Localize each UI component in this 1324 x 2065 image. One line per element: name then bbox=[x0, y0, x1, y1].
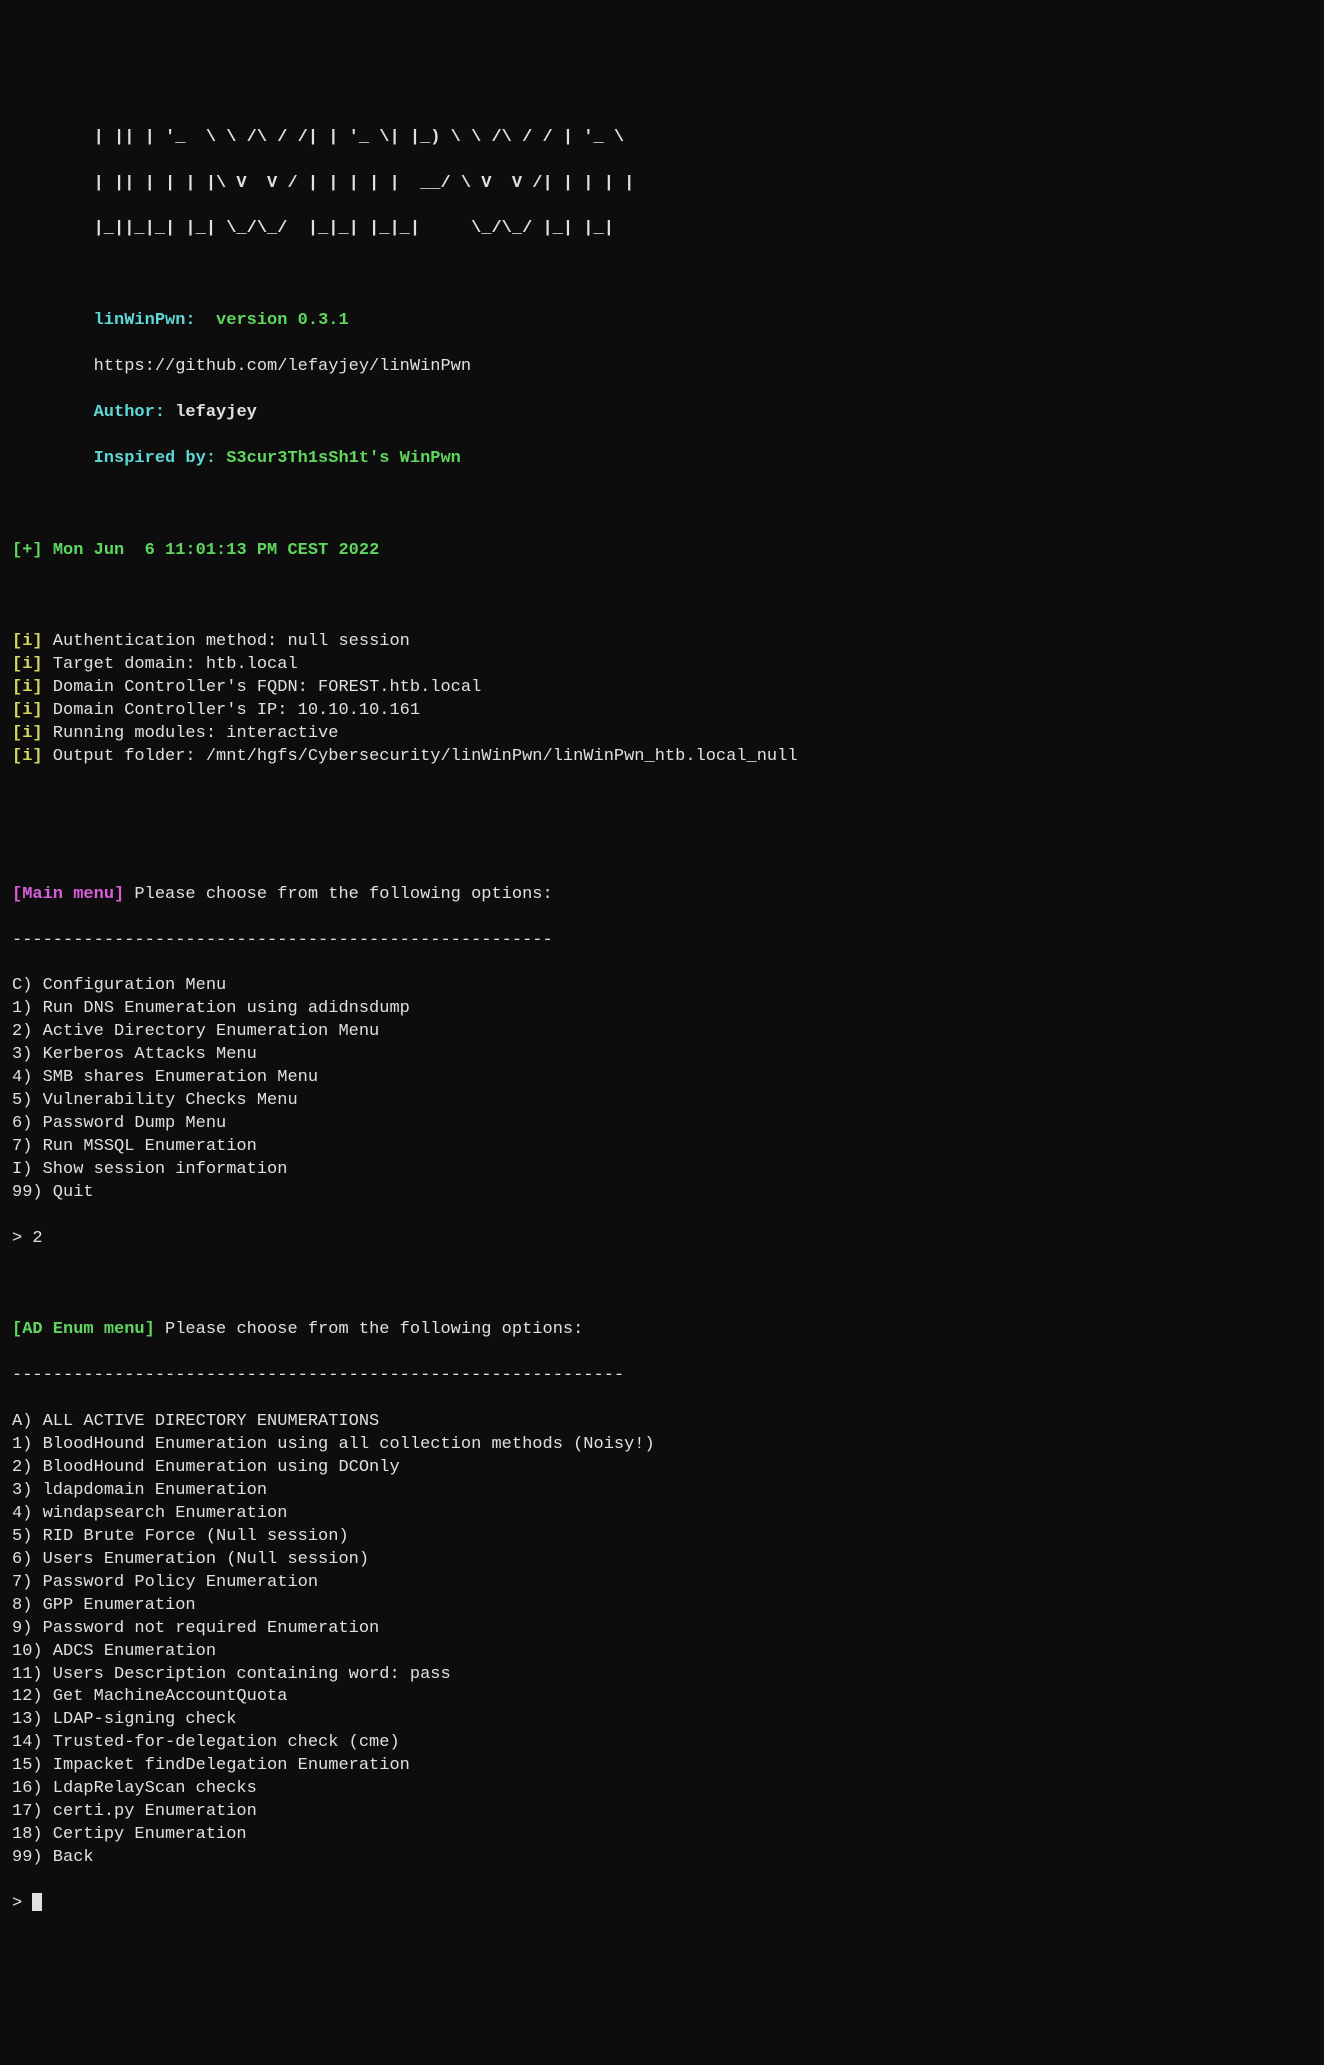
menu-item[interactable]: 15) Impacket findDelegation Enumeration bbox=[12, 1755, 1312, 1778]
menu-item[interactable]: 2) Active Directory Enumeration Menu bbox=[12, 1021, 1312, 1044]
info-line: [i] Output folder: /mnt/hgfs/Cybersecuri… bbox=[12, 746, 1312, 769]
banner-name: linWinPwn: version 0.3.1 bbox=[12, 310, 1312, 333]
separator: ----------------------------------------… bbox=[12, 930, 1312, 953]
menu-item[interactable]: 5) Vulnerability Checks Menu bbox=[12, 1090, 1312, 1113]
menu-item[interactable]: 99) Back bbox=[12, 1847, 1312, 1870]
timestamp-line: [+] Mon Jun 6 11:01:13 PM CEST 2022 bbox=[12, 540, 1312, 563]
menu-item[interactable]: I) Show session information bbox=[12, 1159, 1312, 1182]
separator: ----------------------------------------… bbox=[12, 1365, 1312, 1388]
menu-item[interactable]: 2) BloodHound Enumeration using DCOnly bbox=[12, 1457, 1312, 1480]
menu-item[interactable]: 4) SMB shares Enumeration Menu bbox=[12, 1067, 1312, 1090]
info-line: [i] Target domain: htb.local bbox=[12, 654, 1312, 677]
menu-item[interactable]: 14) Trusted-for-delegation check (cme) bbox=[12, 1732, 1312, 1755]
menu-item[interactable]: 99) Quit bbox=[12, 1182, 1312, 1205]
menu-item[interactable]: 7) Run MSSQL Enumeration bbox=[12, 1136, 1312, 1159]
info-line: [i] Domain Controller's IP: 10.10.10.161 bbox=[12, 700, 1312, 723]
banner-inspired: Inspired by: S3cur3Th1sSh1t's WinPwn bbox=[12, 448, 1312, 471]
menu-item[interactable]: 18) Certipy Enumeration bbox=[12, 1824, 1312, 1847]
info-line: [i] Domain Controller's FQDN: FOREST.htb… bbox=[12, 677, 1312, 700]
ad-menu-input[interactable]: > bbox=[12, 1893, 1312, 1916]
menu-item[interactable]: 1) Run DNS Enumeration using adidnsdump bbox=[12, 998, 1312, 1021]
menu-item[interactable]: C) Configuration Menu bbox=[12, 975, 1312, 998]
banner-author: Author: lefayjey bbox=[12, 402, 1312, 425]
menu-item[interactable]: 17) certi.py Enumeration bbox=[12, 1801, 1312, 1824]
menu-item[interactable]: 5) RID Brute Force (Null session) bbox=[12, 1526, 1312, 1549]
info-line: [i] Authentication method: null session bbox=[12, 631, 1312, 654]
menu-item[interactable]: A) ALL ACTIVE DIRECTORY ENUMERATIONS bbox=[12, 1411, 1312, 1434]
main-menu-items: C) Configuration Menu1) Run DNS Enumerat… bbox=[12, 975, 1312, 1204]
menu-item[interactable]: 8) GPP Enumeration bbox=[12, 1595, 1312, 1618]
info-block: [i] Authentication method: null session[… bbox=[12, 631, 1312, 769]
info-line: [i] Running modules: interactive bbox=[12, 723, 1312, 746]
banner-url: https://github.com/lefayjey/linWinPwn bbox=[12, 356, 1312, 379]
menu-item[interactable]: 3) ldapdomain Enumeration bbox=[12, 1480, 1312, 1503]
terminal-output: | || | '_ \ \ /\ / /| | '_ \| |_) \ \ /\… bbox=[12, 104, 1312, 1939]
menu-item[interactable]: 12) Get MachineAccountQuota bbox=[12, 1686, 1312, 1709]
menu-item[interactable]: 16) LdapRelayScan checks bbox=[12, 1778, 1312, 1801]
menu-item[interactable]: 6) Users Enumeration (Null session) bbox=[12, 1549, 1312, 1572]
ad-menu-header: [AD Enum menu] Please choose from the fo… bbox=[12, 1319, 1312, 1342]
menu-item[interactable]: 10) ADCS Enumeration bbox=[12, 1641, 1312, 1664]
menu-item[interactable]: 4) windapsearch Enumeration bbox=[12, 1503, 1312, 1526]
main-menu-input[interactable]: > 2 bbox=[12, 1228, 1312, 1251]
menu-item[interactable]: 7) Password Policy Enumeration bbox=[12, 1572, 1312, 1595]
menu-item[interactable]: 3) Kerberos Attacks Menu bbox=[12, 1044, 1312, 1067]
ascii-art-line: | || | '_ \ \ /\ / /| | '_ \| |_) \ \ /\… bbox=[12, 127, 1312, 150]
menu-item[interactable]: 13) LDAP-signing check bbox=[12, 1709, 1312, 1732]
main-menu-header: [Main menu] Please choose from the follo… bbox=[12, 884, 1312, 907]
menu-item[interactable]: 1) BloodHound Enumeration using all coll… bbox=[12, 1434, 1312, 1457]
menu-item[interactable]: 6) Password Dump Menu bbox=[12, 1113, 1312, 1136]
ascii-art-line: | || | | | |\ V V / | | | | | __/ \ V V … bbox=[12, 173, 1312, 196]
cursor bbox=[32, 1893, 42, 1911]
menu-item[interactable]: 11) Users Description containing word: p… bbox=[12, 1664, 1312, 1687]
menu-item[interactable]: 9) Password not required Enumeration bbox=[12, 1618, 1312, 1641]
ad-menu-items: A) ALL ACTIVE DIRECTORY ENUMERATIONS1) B… bbox=[12, 1411, 1312, 1870]
ascii-art-line: |_||_|_| |_| \_/\_/ |_|_| |_|_| \_/\_/ |… bbox=[12, 218, 1312, 241]
